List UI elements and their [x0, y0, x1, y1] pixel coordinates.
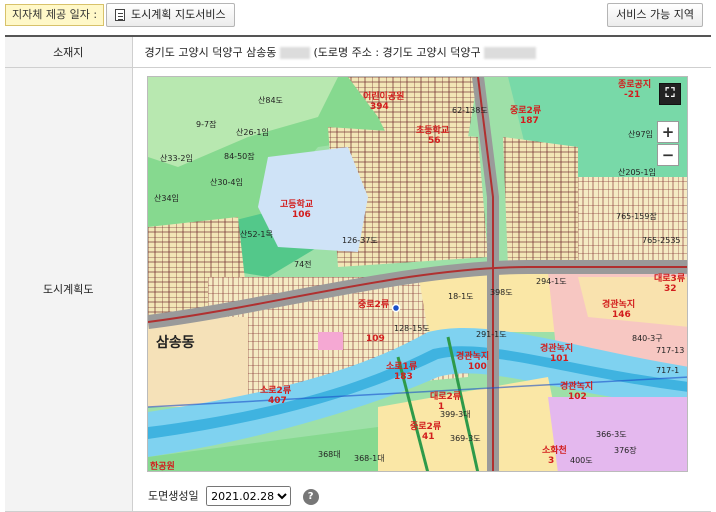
map-label: 717-1: [656, 366, 679, 375]
map-label: 62-138도: [452, 106, 488, 115]
map-label: 101: [550, 354, 569, 364]
map-label: 중로2류: [510, 105, 541, 116]
map-label: 중로2류: [410, 421, 441, 432]
map-label: 294-1도: [536, 277, 567, 286]
map-label: 102: [568, 392, 587, 402]
map-label: 어린이공원: [363, 90, 404, 102]
map-label: 산30-4임: [210, 177, 243, 187]
map-label: 394: [370, 102, 389, 112]
map-label: 대로3류: [654, 272, 685, 284]
city-plan-map[interactable]: 어린이공원 394 초등학교 56 고등학교 106 중로2류 187 중로2류…: [147, 76, 688, 472]
map-label: 종로공지: [618, 78, 651, 90]
map-label: 산205-1임: [618, 167, 656, 177]
map-label: 399-3대: [440, 410, 471, 419]
map-label: 100: [468, 362, 487, 372]
map-label: 74전: [294, 259, 312, 269]
location-row: 소재지 경기도 고양시 덕양구 삼송동 (도로명 주소 : 경기도 고양시 덕양…: [5, 36, 711, 68]
location-header: 소재지: [5, 36, 133, 68]
map-label: 765-2535: [642, 236, 681, 245]
map-label: 산26-1임: [236, 127, 269, 137]
map-service-label: 도시계획 지도서비스: [131, 8, 226, 21]
map-label: 400도: [570, 456, 593, 465]
map-label: 368대: [318, 450, 341, 459]
map-label: 산34임: [154, 193, 179, 203]
map-label: 840-3구: [632, 334, 663, 343]
location-address: 경기도 고양시 덕양구 삼송동: [144, 45, 277, 59]
map-label: 128-15도: [394, 324, 430, 333]
map-label: 산97임: [628, 129, 653, 139]
map-label: 376장: [614, 445, 637, 455]
map-label: 366-3도: [596, 430, 627, 439]
date-label: 도면생성일: [148, 489, 199, 503]
map-label: 126-37도: [342, 236, 378, 245]
map-label: 소화천: [542, 444, 567, 456]
map-label: 경관녹지: [602, 298, 635, 310]
redacted-road: [484, 46, 537, 59]
map-label: 경관녹지: [456, 350, 489, 362]
map-label: 368-1대: [354, 454, 385, 463]
zoom-out-button[interactable]: −: [657, 144, 679, 166]
map-label: 106: [292, 210, 311, 220]
date-select[interactable]: 2021.02.28: [206, 486, 292, 506]
help-icon[interactable]: ?: [302, 488, 319, 505]
redacted-lot: [279, 46, 310, 59]
fullscreen-icon[interactable]: ⛶: [659, 83, 681, 105]
map-label: 소로2류: [260, 385, 291, 396]
map-label: 398도: [490, 288, 513, 297]
map-label: 56: [428, 136, 441, 146]
map-label: 369-3도: [450, 434, 481, 443]
map-label: 717-13: [656, 346, 684, 355]
map-label: 291-1도: [476, 330, 507, 339]
map-label: 산52-1목: [240, 229, 273, 239]
map-label: 9-7잡: [196, 119, 217, 129]
map-label: 산33-2임: [160, 153, 193, 163]
map-label: 중로2류: [358, 299, 389, 310]
map-label: 187: [520, 116, 539, 126]
provide-date-label: 지자체 제공 일자 :: [5, 4, 105, 26]
district-label: 삼송동: [156, 335, 195, 351]
map-label: 고등학교: [280, 198, 313, 210]
available-area-button[interactable]: 서비스 가능 지역: [607, 3, 703, 27]
date-row: 도면생성일 2021.02.28 ?: [148, 486, 319, 506]
map-label: 초등학교: [416, 124, 449, 136]
map-canvas[interactable]: 어린이공원 394 초등학교 56 고등학교 106 중로2류 187 중로2류…: [148, 77, 688, 472]
location-value: 경기도 고양시 덕양구 삼송동 (도로명 주소 : 경기도 고양시 덕양구: [132, 36, 711, 68]
map-label: 18-1도: [448, 292, 474, 301]
document-icon: [115, 9, 125, 21]
map-label: 765-159잡: [616, 211, 657, 221]
map-service-button[interactable]: 도시계획 지도서비스: [106, 3, 235, 27]
map-label: 경관녹지: [560, 380, 593, 392]
road-address: (도로명 주소 : 경기도 고양시 덕양구: [313, 45, 481, 59]
map-label: 84-50잡: [224, 151, 255, 161]
map-label: 183: [394, 372, 413, 382]
map-label: 407: [268, 396, 287, 406]
plan-header: 도시계획도: [5, 67, 133, 512]
map-label: 소로1류: [386, 361, 417, 372]
map-label: -21: [624, 90, 640, 100]
map-label: 경관녹지: [540, 342, 573, 354]
map-label: 한공원: [150, 460, 175, 472]
map-label: 대로2류: [430, 390, 461, 402]
map-label: 109: [366, 334, 385, 344]
zoom-in-button[interactable]: +: [657, 121, 679, 143]
map-label: 산84도: [258, 95, 283, 105]
map-label: 41: [422, 432, 435, 442]
map-label: 146: [612, 310, 631, 320]
map-label: 3: [548, 456, 554, 466]
map-label: 32: [664, 284, 677, 294]
top-bar: 지자체 제공 일자 : 도시계획 지도서비스 서비스 가능 지역: [0, 0, 716, 32]
